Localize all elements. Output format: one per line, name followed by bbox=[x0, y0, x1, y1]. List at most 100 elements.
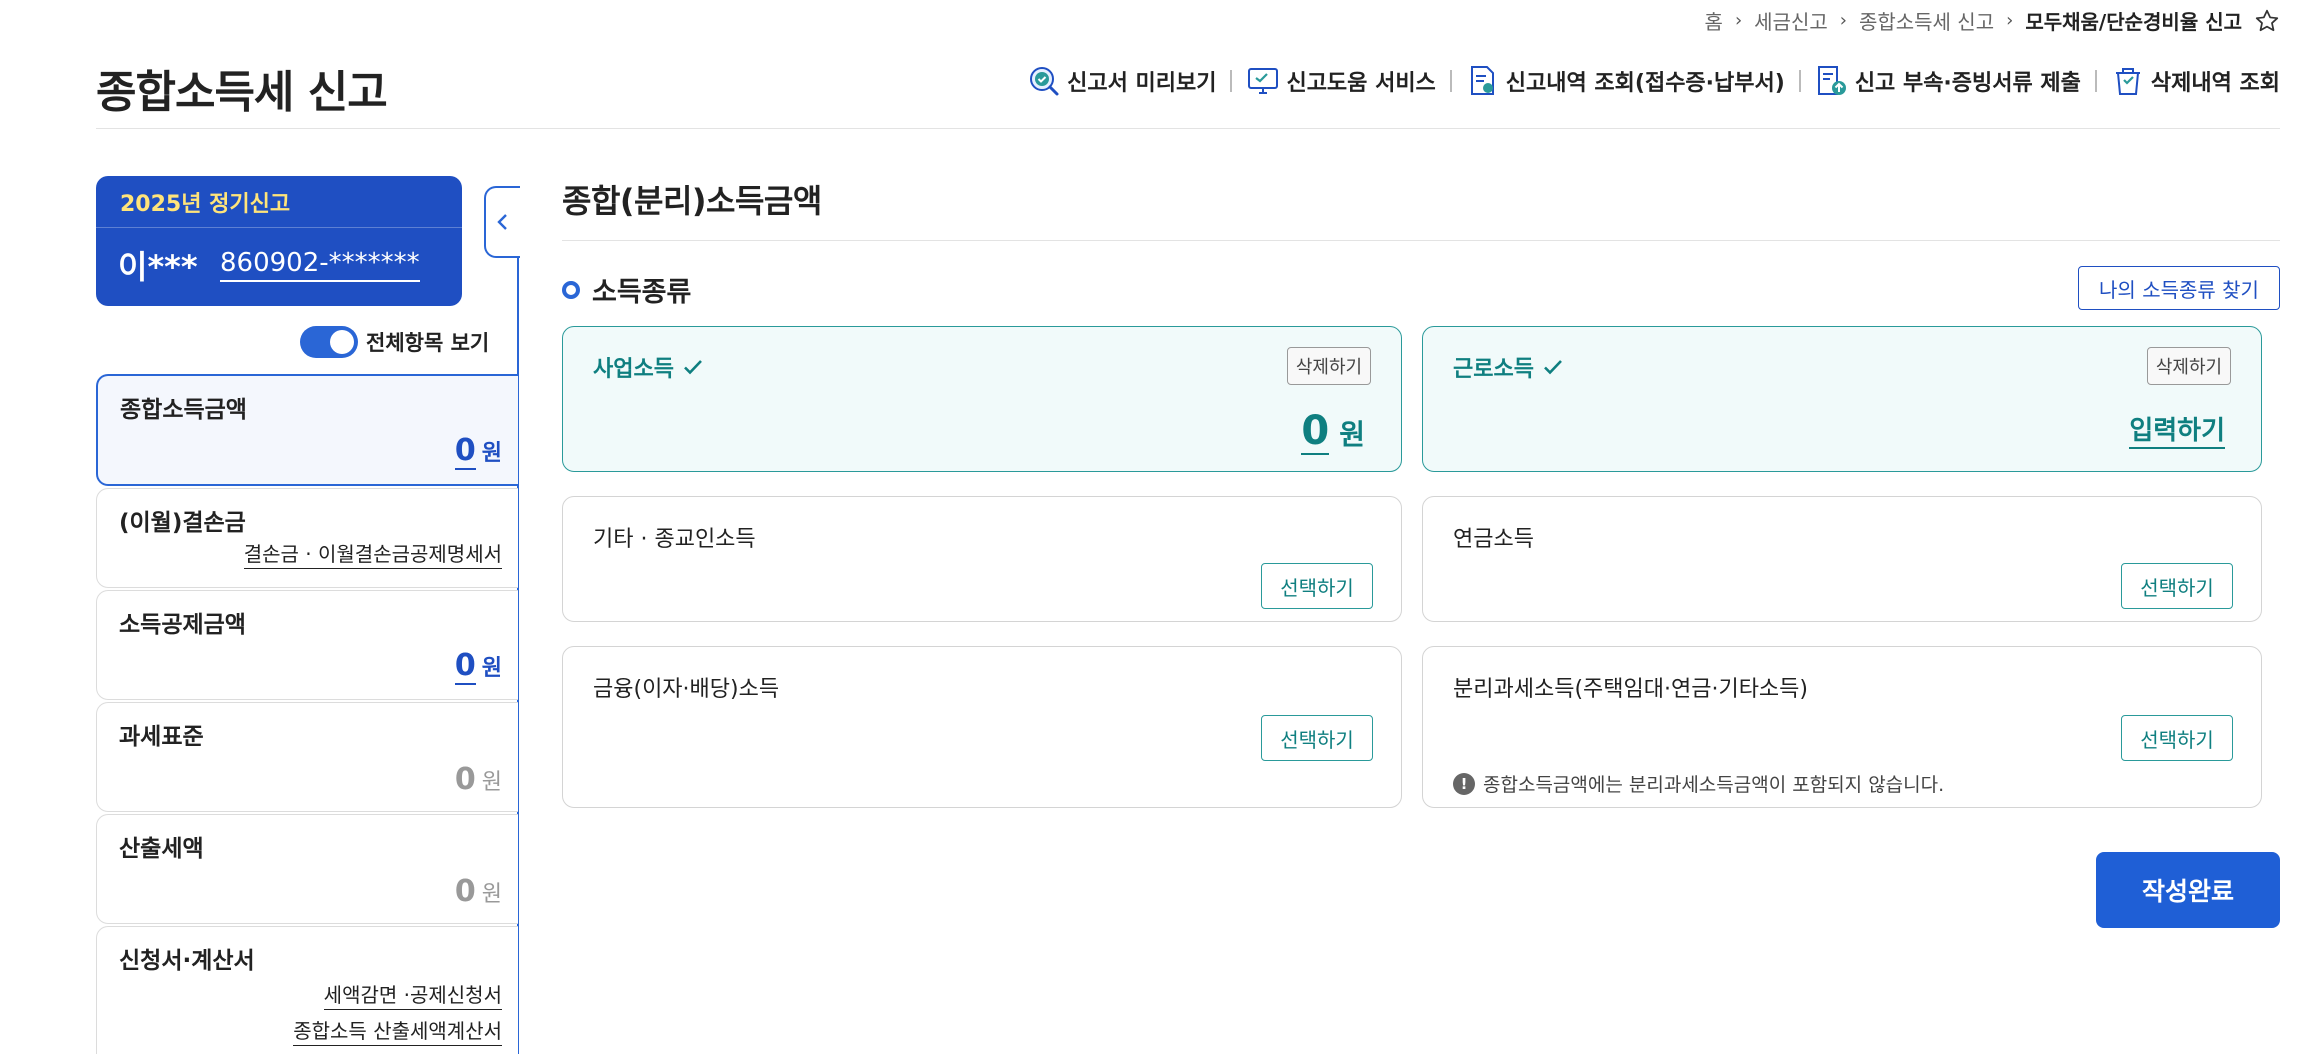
amount-value: 0 bbox=[454, 874, 476, 909]
panel-collapse-button[interactable] bbox=[484, 186, 520, 258]
help-service-label: 신고도움 서비스 bbox=[1286, 71, 1436, 96]
card-title: 기타 · 종교인소득 bbox=[593, 521, 756, 553]
calculated-tax-amount: 0 원 bbox=[455, 874, 502, 909]
user-rrn: 860902-******* bbox=[220, 248, 420, 282]
card-title-text: 연금소득 bbox=[1453, 527, 1534, 552]
star-icon[interactable] bbox=[2254, 8, 2280, 34]
attachment-submit-label: 신고 부속·증빙서류 제출 bbox=[1854, 71, 2081, 96]
trash-icon bbox=[2115, 68, 2140, 95]
breadcrumb-current: 모두채움/단순경비율 신고 bbox=[2025, 10, 2242, 34]
help-service-button[interactable]: 신고도움 서비스 bbox=[1246, 64, 1436, 98]
select-button[interactable]: 선택하기 bbox=[2121, 715, 2233, 761]
sidebar-item-deduction[interactable]: 소득공제금액 0 원 bbox=[96, 590, 518, 700]
input-link[interactable]: 입력하기 bbox=[2129, 410, 2225, 449]
chevron-right-icon: › bbox=[1734, 10, 1743, 31]
card-title-text: 사업소득 bbox=[593, 357, 674, 382]
delete-button[interactable]: 삭제하기 bbox=[2147, 347, 2231, 385]
card-title: 사업소득 bbox=[593, 351, 704, 383]
amount-value: 0 bbox=[454, 762, 476, 797]
card-title-text: 금융(이자·배당)소득 bbox=[593, 677, 780, 702]
complete-button[interactable]: 작성완료 bbox=[2096, 852, 2280, 928]
business-income-amount[interactable]: 0 원 bbox=[1301, 411, 1365, 455]
preview-label: 신고서 미리보기 bbox=[1067, 71, 1217, 96]
breadcrumb: 홈 › 세금신고 › 종합소득세 신고 › 모두채움/단순경비율 신고 bbox=[1705, 6, 2280, 35]
delete-button[interactable]: 삭제하기 bbox=[1287, 347, 1371, 385]
card-title: 근로소득 bbox=[1453, 351, 1564, 383]
tax-calculation-form-link[interactable]: 종합소득 산출세액계산서 bbox=[293, 1015, 502, 1046]
income-card-wage: 근로소득 삭제하기 입력하기 bbox=[1422, 326, 2262, 472]
deduction-amount: 0 원 bbox=[454, 648, 502, 685]
card-title: 금융(이자·배당)소득 bbox=[593, 671, 779, 703]
sidebar-item-loss: (이월)결손금 결손금 · 이월결손금공제명세서 bbox=[96, 488, 518, 588]
reduction-deduction-form-link[interactable]: 세액감면 ·공제신청서 bbox=[323, 979, 502, 1010]
card-title-text: 분리과세소득(주택임대·연금·기타소득) bbox=[1453, 677, 1808, 702]
show-all-toggle[interactable] bbox=[300, 326, 358, 358]
header-divider bbox=[96, 128, 2280, 129]
breadcrumb-home[interactable]: 홈 bbox=[1705, 6, 1723, 35]
card-divider bbox=[96, 227, 462, 228]
sidebar-item-label: 산출세액 bbox=[119, 836, 204, 862]
check-icon bbox=[684, 360, 702, 375]
income-card-business: 사업소득 삭제하기 0 원 bbox=[562, 326, 1402, 472]
preview-button[interactable]: 신고서 미리보기 bbox=[1027, 64, 1216, 98]
sidebar-item-label: (이월)결손금 bbox=[119, 510, 246, 536]
divider bbox=[1798, 70, 1801, 92]
user-card: 2025년 정기신고 이*** 860902-******* bbox=[96, 176, 462, 306]
deleted-history-label: 삭제내역 조회 bbox=[2150, 71, 2280, 96]
card-title-text: 기타 · 종교인소득 bbox=[593, 527, 756, 552]
history-button[interactable]: 신고내역 조회(접수증·납부서) bbox=[1466, 64, 1785, 98]
loss-statement-link[interactable]: 결손금 · 이월결손금공제명세서 bbox=[243, 538, 502, 569]
show-all-toggle-group: 전체항목 보기 bbox=[300, 326, 489, 358]
card-title: 연금소득 bbox=[1453, 521, 1534, 553]
show-all-label: 전체항목 보기 bbox=[366, 331, 490, 355]
sidebar-item-tax-base: 과세표준 0 원 bbox=[96, 702, 518, 812]
income-card-financial: 금융(이자·배당)소득 선택하기 bbox=[562, 646, 1402, 808]
document-search-icon bbox=[1470, 66, 1494, 95]
select-button[interactable]: 선택하기 bbox=[2121, 563, 2233, 609]
separate-taxation-note: ! 종합소득금액에는 분리과세소득금액이 포함되지 않습니다. bbox=[1453, 770, 1944, 797]
chevron-right-icon: › bbox=[2006, 10, 2014, 31]
amount-unit: 원 bbox=[481, 656, 502, 681]
card-title-text: 근로소득 bbox=[1453, 357, 1534, 382]
amount-unit: 원 bbox=[481, 770, 502, 795]
sidebar-item-total-income[interactable]: 종합소득금액 0 원 bbox=[96, 374, 518, 486]
bullet-ring-icon bbox=[562, 280, 580, 299]
sidebar-item-calculated-tax: 산출세액 0 원 bbox=[96, 814, 518, 924]
sidebar-item-label: 종합소득금액 bbox=[120, 397, 247, 423]
page-title: 종합소득세 신고 bbox=[96, 67, 388, 118]
deleted-history-button[interactable]: 삭제내역 조회 bbox=[2111, 64, 2280, 98]
income-card-other: 기타 · 종교인소득 선택하기 bbox=[562, 496, 1402, 622]
amount-value: 0 bbox=[1301, 408, 1330, 455]
divider bbox=[1230, 70, 1233, 92]
top-menu: 신고서 미리보기 신고도움 서비스 신고내역 조회(접수증·납부서) 신고 부속… bbox=[1027, 64, 2280, 98]
document-upload-icon bbox=[1817, 66, 1846, 95]
sidebar-item-label: 과세표준 bbox=[119, 724, 204, 750]
report-season: 2025년 정기신고 bbox=[120, 192, 291, 217]
attachment-submit-button[interactable]: 신고 부속·증빙서류 제출 bbox=[1815, 64, 2081, 98]
monitor-help-icon bbox=[1248, 68, 1279, 94]
amount-unit: 원 bbox=[481, 882, 502, 907]
income-card-pension: 연금소득 선택하기 bbox=[1422, 496, 2262, 622]
note-text: 종합소득금액에는 분리과세소득금액이 포함되지 않습니다. bbox=[1483, 774, 1945, 796]
breadcrumb-income-tax[interactable]: 종합소득세 신고 bbox=[1859, 6, 1994, 35]
income-type-label: 소득종류 bbox=[592, 277, 692, 308]
sidebar-item-forms: 신청서·계산서 세액감면 ·공제신청서 종합소득 산출세액계산서 bbox=[96, 926, 518, 1054]
amount-unit: 원 bbox=[481, 441, 502, 466]
history-label: 신고내역 조회(접수증·납부서) bbox=[1505, 71, 1785, 96]
chevron-right-icon: › bbox=[1839, 10, 1847, 31]
select-button[interactable]: 선택하기 bbox=[1261, 563, 1373, 609]
breadcrumb-tax-report[interactable]: 세금신고 bbox=[1754, 6, 1828, 35]
income-type-heading: 소득종류 bbox=[562, 270, 691, 309]
income-card-separate-taxation: 분리과세소득(주택임대·연금·기타소득) 선택하기 ! 종합소득금액에는 분리과… bbox=[1422, 646, 2262, 808]
divider bbox=[2094, 70, 2097, 92]
card-title: 분리과세소득(주택임대·연금·기타소득) bbox=[1453, 671, 1808, 703]
chevron-left-icon bbox=[497, 214, 507, 230]
user-name: 이*** bbox=[118, 248, 198, 286]
select-button[interactable]: 선택하기 bbox=[1261, 715, 1373, 761]
find-income-type-button[interactable]: 나의 소득종류 찾기 bbox=[2078, 266, 2280, 310]
info-icon: ! bbox=[1453, 772, 1475, 795]
check-icon bbox=[1544, 360, 1562, 375]
amount-unit: 원 bbox=[1339, 418, 1365, 451]
tax-base-amount: 0 원 bbox=[455, 762, 502, 797]
section-divider bbox=[562, 240, 2280, 241]
